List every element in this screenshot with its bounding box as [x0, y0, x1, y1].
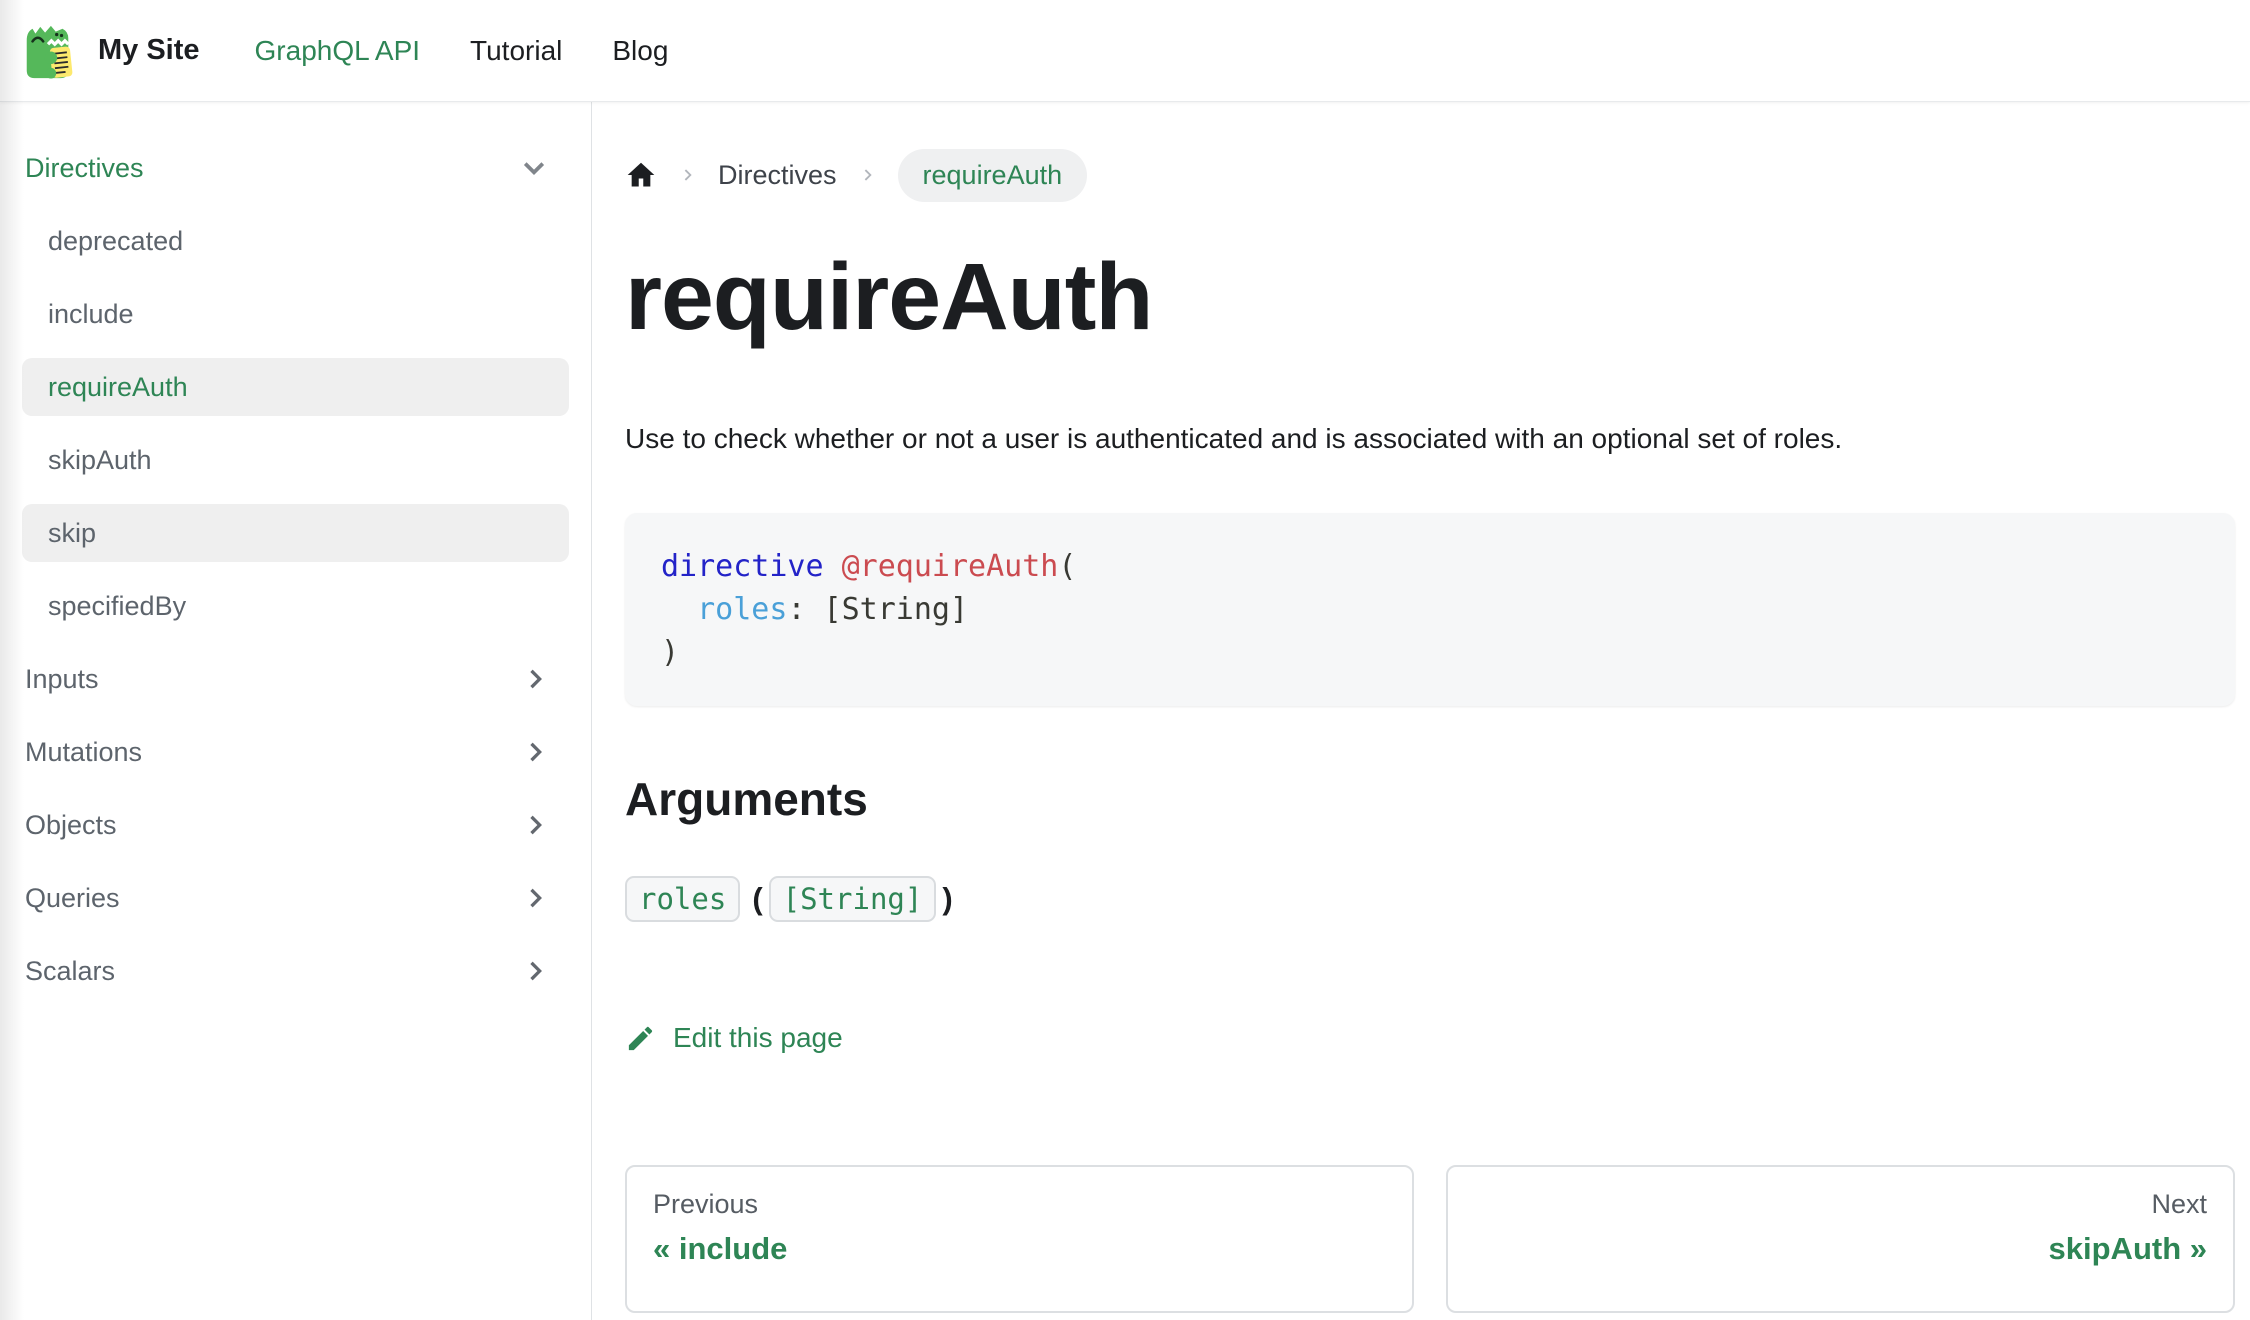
sidebar-item-skip[interactable]: skip	[22, 504, 569, 562]
sidebar-category-queries[interactable]: Queries	[22, 869, 569, 927]
code-content: directive @requireAuth( roles: [String] …	[661, 545, 2199, 674]
edit-this-page-link[interactable]: Edit this page	[625, 1022, 843, 1054]
navbar: My Site GraphQL API Tutorial Blog	[0, 0, 2250, 102]
sidebar-item-requireauth[interactable]: requireAuth	[22, 358, 569, 416]
code-token-plain: : [String]	[787, 592, 968, 627]
pagination-previous-label: Previous	[653, 1189, 1386, 1220]
sidebar-category-mutations[interactable]: Mutations	[22, 723, 569, 781]
sidebar-category-label: Directives	[25, 153, 144, 184]
sidebar-category-scalars[interactable]: Scalars	[22, 942, 569, 1000]
page-title: requireAuth	[625, 250, 2235, 345]
argument-row: roles ( [String] )	[625, 876, 2235, 922]
chevron-right-icon	[521, 884, 549, 912]
page-root: My Site GraphQL API Tutorial Blog Direct…	[0, 0, 2250, 1320]
pagination-previous-card[interactable]: Previous « include	[625, 1165, 1414, 1313]
sidebar-item-label: specifiedBy	[48, 591, 186, 622]
breadcrumb-item-current[interactable]: requireAuth	[898, 149, 1088, 202]
sidebar-category-label: Objects	[25, 810, 117, 841]
doc-main: Directives requireAuth requireAuth Use t…	[592, 102, 2250, 1320]
sidebar-category-label: Mutations	[25, 737, 142, 768]
chevron-right-icon	[521, 665, 549, 693]
edit-this-page-label: Edit this page	[673, 1022, 843, 1054]
doc-pagination: Previous « include Next skipAuth »	[625, 1165, 2235, 1313]
chevron-right-icon	[521, 811, 549, 839]
chevron-right-icon	[521, 738, 549, 766]
sidebar-item-label: requireAuth	[48, 372, 188, 403]
sidebar-category-inputs[interactable]: Inputs	[22, 650, 569, 708]
sidebar-category-label: Scalars	[25, 956, 115, 987]
sidebar-category-directives[interactable]: Directives	[22, 139, 569, 197]
nav-link-graphql-api[interactable]: GraphQL API	[255, 35, 421, 67]
pagination-previous-title: « include	[653, 1231, 1386, 1267]
navbar-links: GraphQL API Tutorial Blog	[255, 35, 669, 67]
code-token-attr: roles	[697, 592, 787, 627]
site-title[interactable]: My Site	[98, 34, 200, 67]
argument-type-link[interactable]: [String]	[769, 876, 937, 922]
breadcrumb-separator-icon	[859, 164, 876, 186]
sidebar-item-include[interactable]: include	[22, 285, 569, 343]
sidebar-category-label: Inputs	[25, 664, 99, 695]
code-token-keyword: directive	[661, 549, 824, 584]
argument-paren-open: (	[752, 881, 762, 917]
sidebar-item-specifiedby[interactable]: specifiedBy	[22, 577, 569, 635]
sidebar-item-label: skip	[48, 518, 96, 549]
code-token-plain	[661, 592, 697, 627]
content-shell: Directives deprecated include requireAut…	[0, 102, 2250, 1320]
breadcrumb-home-link[interactable]	[625, 159, 657, 191]
code-token-plain: )	[661, 635, 679, 670]
pagination-next-title: skipAuth »	[1474, 1231, 2207, 1267]
argument-name-link[interactable]: roles	[625, 876, 740, 922]
doc-sidebar: Directives deprecated include requireAut…	[0, 102, 592, 1320]
sidebar-item-deprecated[interactable]: deprecated	[22, 212, 569, 270]
pagination-next-label: Next	[1474, 1189, 2207, 1220]
sidebar-item-skipauth[interactable]: skipAuth	[22, 431, 569, 489]
code-block[interactable]: directive @requireAuth( roles: [String] …	[625, 513, 2235, 706]
sidebar-item-label: skipAuth	[48, 445, 152, 476]
page-description: Use to check whether or not a user is au…	[625, 417, 2235, 461]
nav-link-tutorial[interactable]: Tutorial	[470, 35, 562, 67]
chevron-down-icon	[519, 153, 549, 183]
pencil-icon	[625, 1023, 656, 1054]
home-icon	[625, 159, 657, 191]
sidebar-item-label: deprecated	[48, 226, 183, 257]
argument-paren-close: )	[942, 881, 952, 917]
sidebar-item-label: include	[48, 299, 134, 330]
breadcrumb: Directives requireAuth	[625, 148, 2235, 202]
sidebar-category-objects[interactable]: Objects	[22, 796, 569, 854]
chevron-right-icon	[521, 957, 549, 985]
breadcrumb-item-directives[interactable]: Directives	[718, 160, 837, 191]
sidebar-category-label: Queries	[25, 883, 120, 914]
docusaurus-dino-logo-icon	[19, 19, 77, 83]
arguments-heading: Arguments	[625, 773, 2235, 825]
brand-link[interactable]: My Site	[19, 19, 200, 83]
code-token-plain	[824, 549, 842, 584]
nav-link-blog[interactable]: Blog	[612, 35, 668, 67]
pagination-next-card[interactable]: Next skipAuth »	[1446, 1165, 2235, 1313]
code-token-plain: (	[1058, 549, 1076, 584]
breadcrumb-separator-icon	[679, 164, 696, 186]
code-token-directive-name: @requireAuth	[842, 549, 1059, 584]
